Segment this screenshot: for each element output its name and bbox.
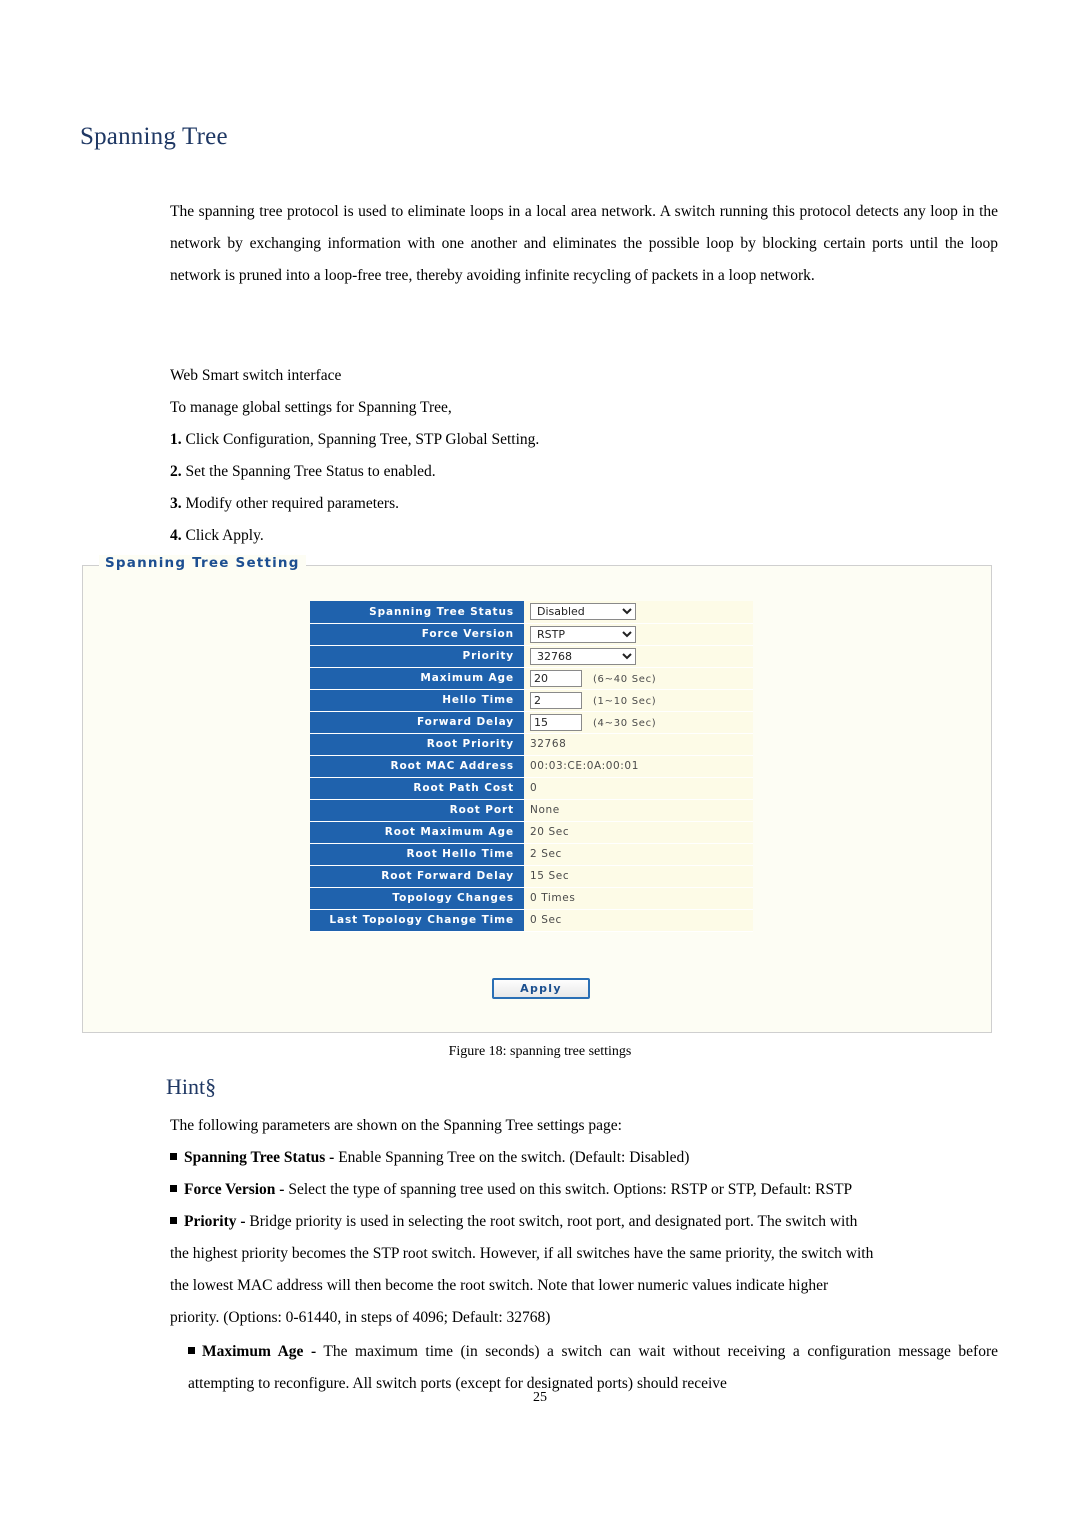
step-4-text: Click Apply. — [181, 527, 264, 544]
row-label-maximum-age: Maximum Age — [310, 667, 524, 690]
row-value-forward-delay: (4~30 Sec) — [524, 711, 753, 734]
step-3-number: 3. — [170, 495, 182, 512]
document-page: Spanning Tree The spanning tree protocol… — [0, 0, 1080, 1528]
row-label-spanning-tree-status: Spanning Tree Status — [310, 601, 524, 624]
row-value-last-topology-change-time: 0 Sec — [524, 909, 753, 932]
row-value-force-version: RSTP STP — [524, 623, 753, 646]
spanning-tree-status-select[interactable]: Disabled Enabled — [530, 603, 636, 621]
table-row: Spanning Tree Status Disabled Enabled — [310, 601, 753, 624]
row-label-root-path-cost: Root Path Cost — [310, 777, 524, 800]
square-bullet-icon — [170, 1217, 177, 1224]
hint-desc-2: Select the type of spanning tree used on… — [284, 1181, 853, 1198]
row-label-root-mac-address: Root MAC Address — [310, 755, 524, 778]
table-row: Force Version RSTP STP — [310, 623, 753, 646]
row-label-root-hello-time: Root Hello Time — [310, 843, 524, 866]
table-row: Root MAC Address 00:03:CE:0A:00:01 — [310, 755, 753, 778]
row-value-hello-time: (1~10 Sec) — [524, 689, 753, 712]
row-label-forward-delay: Forward Delay — [310, 711, 524, 734]
row-value-spanning-tree-status: Disabled Enabled — [524, 601, 753, 624]
instruction-block: Web Smart switch interface To manage glo… — [170, 360, 1000, 552]
lead-line-1: Web Smart switch interface — [170, 367, 342, 384]
table-row: Forward Delay (4~30 Sec) — [310, 711, 753, 734]
step-1-text: Click Configuration, Spanning Tree, STP … — [181, 431, 540, 448]
hint-body: The following parameters are shown on th… — [170, 1110, 1000, 1334]
table-row: Root Port None — [310, 799, 753, 822]
hint-item-force-version: Force Version - Select the type of spann… — [170, 1174, 1000, 1206]
priority-continued-line-3: priority. (Options: 0-61440, in steps of… — [170, 1309, 551, 1326]
row-label-root-port: Root Port — [310, 799, 524, 822]
row-label-force-version: Force Version — [310, 623, 524, 646]
step-4: 4. Click Apply. — [170, 520, 1000, 552]
hint-term-3: Priority - — [184, 1213, 246, 1230]
row-label-root-maximum-age: Root Maximum Age — [310, 821, 524, 844]
hint-term-1: Spanning Tree Status - — [184, 1149, 335, 1166]
hint-term-maximum-age: Maximum Age - — [202, 1343, 317, 1360]
step-2-text: Set the Spanning Tree Status to enabled. — [181, 463, 436, 480]
hint-lead: The following parameters are shown on th… — [170, 1117, 622, 1134]
table-row: Priority 32768 — [310, 645, 753, 668]
table-row: Root Path Cost 0 — [310, 777, 753, 800]
hint-desc-1: Enable Spanning Tree on the switch. (Def… — [334, 1149, 690, 1166]
row-value-root-maximum-age: 20 Sec — [524, 821, 753, 844]
hint-term-2: Force Version - — [184, 1181, 285, 1198]
hint-desc-3: Bridge priority is used in selecting the… — [245, 1213, 858, 1230]
lead-line-2: To manage global settings for Spanning T… — [170, 399, 452, 416]
forward-delay-range-hint: (4~30 Sec) — [592, 717, 657, 729]
maximum-age-range-hint: (6~40 Sec) — [592, 673, 657, 685]
step-4-number: 4. — [170, 527, 182, 544]
priority-continued-line-2: the lowest MAC address will then become … — [170, 1277, 829, 1294]
table-row: Root Hello Time 2 Sec — [310, 843, 753, 866]
step-3: 3. Modify other required parameters. — [170, 488, 1000, 520]
row-label-hello-time: Hello Time — [310, 689, 524, 712]
intro-paragraph: The spanning tree protocol is used to el… — [170, 203, 998, 284]
row-value-root-path-cost: 0 — [524, 777, 753, 800]
row-label-root-priority: Root Priority — [310, 733, 524, 756]
spanning-tree-setting-panel: Spanning Tree Setting Spanning Tree Stat… — [82, 555, 992, 1033]
row-value-maximum-age: (6~40 Sec) — [524, 667, 753, 690]
step-2: 2. Set the Spanning Tree Status to enabl… — [170, 456, 1000, 488]
row-value-root-hello-time: 2 Sec — [524, 843, 753, 866]
hello-time-range-hint: (1~10 Sec) — [592, 695, 657, 707]
priority-select[interactable]: 32768 — [530, 647, 636, 665]
hint-item-priority: Priority - Bridge priority is used in se… — [170, 1206, 1000, 1238]
page-title: Spanning Tree — [80, 123, 228, 150]
apply-button-container: Apply — [492, 978, 590, 999]
hello-time-input[interactable] — [530, 691, 582, 709]
step-1-number: 1. — [170, 431, 182, 448]
row-value-root-forward-delay: 15 Sec — [524, 865, 753, 888]
table-row: Hello Time (1~10 Sec) — [310, 689, 753, 712]
row-label-root-forward-delay: Root Forward Delay — [310, 865, 524, 888]
row-value-root-mac-address: 00:03:CE:0A:00:01 — [524, 755, 753, 778]
step-2-number: 2. — [170, 463, 182, 480]
hint-item-spanning-tree-status: Spanning Tree Status - Enable Spanning T… — [170, 1142, 1000, 1174]
row-value-root-priority: 32768 — [524, 733, 753, 756]
priority-continued-line-1: the highest priority becomes the STP roo… — [170, 1245, 874, 1262]
square-bullet-icon — [170, 1185, 177, 1192]
square-bullet-icon — [188, 1347, 195, 1354]
maximum-age-input[interactable] — [530, 669, 582, 687]
step-3-text: Modify other required parameters. — [181, 495, 399, 512]
row-label-topology-changes: Topology Changes — [310, 887, 524, 910]
row-value-root-port: None — [524, 799, 753, 822]
square-bullet-icon — [170, 1153, 177, 1160]
hint-heading: Hint§ — [166, 1074, 217, 1099]
table-row: Maximum Age (6~40 Sec) — [310, 667, 753, 690]
row-label-last-topology-change-time: Last Topology Change Time — [310, 909, 524, 932]
spanning-tree-settings-table: Spanning Tree Status Disabled Enabled Fo… — [310, 601, 753, 932]
forward-delay-input[interactable] — [530, 713, 582, 731]
figure-caption: Figure 18: spanning tree settings — [448, 1044, 632, 1059]
table-row: Root Forward Delay 15 Sec — [310, 865, 753, 888]
panel-legend: Spanning Tree Setting — [99, 555, 306, 571]
table-row: Topology Changes 0 Times — [310, 887, 753, 910]
apply-button[interactable]: Apply — [492, 978, 590, 999]
row-value-priority: 32768 — [524, 645, 753, 668]
table-row: Root Priority 32768 — [310, 733, 753, 756]
table-row: Root Maximum Age 20 Sec — [310, 821, 753, 844]
step-1: 1. Click Configuration, Spanning Tree, S… — [170, 424, 1000, 456]
table-row: Last Topology Change Time 0 Sec — [310, 909, 753, 932]
page-number: 25 — [533, 1390, 547, 1405]
row-label-priority: Priority — [310, 645, 524, 668]
row-value-topology-changes: 0 Times — [524, 887, 753, 910]
force-version-select[interactable]: RSTP STP — [530, 625, 636, 643]
